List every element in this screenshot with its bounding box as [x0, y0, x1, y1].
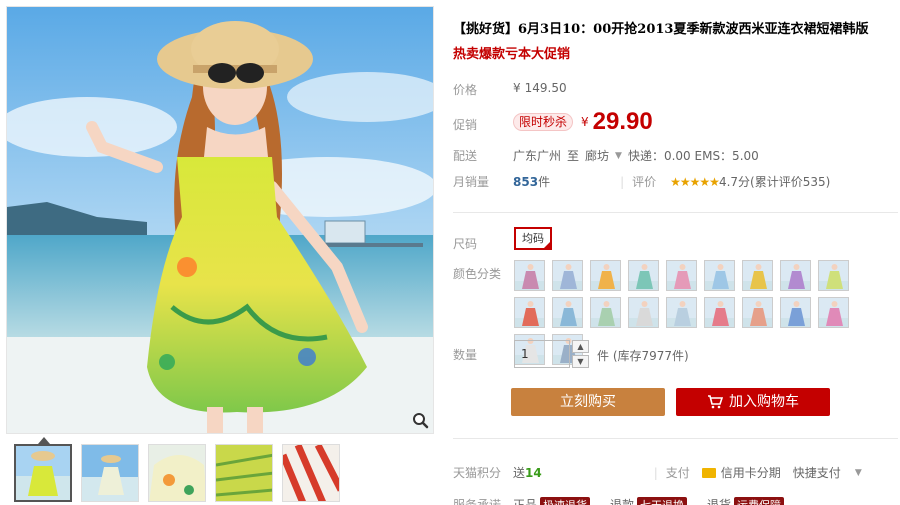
- points-value: 14: [525, 465, 542, 480]
- size-option-label: 均码: [522, 232, 544, 245]
- divider: [453, 212, 898, 213]
- color-swatch[interactable]: [742, 297, 773, 328]
- color-swatch[interactable]: [514, 260, 545, 291]
- points-label: 天猫积分: [453, 466, 502, 480]
- main-product-image[interactable]: [6, 6, 434, 434]
- color-swatch[interactable]: [704, 260, 735, 291]
- service-tag: 极速退货: [540, 496, 591, 505]
- service-row: 正品 极速退货 退款 七天退换 退货 运费保障: [513, 496, 785, 505]
- color-swatch[interactable]: [818, 260, 849, 291]
- divider: |: [620, 174, 625, 189]
- service-tag: 运费保障: [734, 496, 785, 505]
- thumbnail-5[interactable]: [282, 444, 340, 502]
- original-price-value: 149.50: [524, 81, 567, 95]
- service-item: 退货: [707, 498, 732, 505]
- color-swatch[interactable]: [704, 297, 735, 328]
- shipping-label: 配送: [453, 149, 478, 163]
- ship-to-word: 至: [567, 149, 580, 163]
- thumbnail-3[interactable]: [148, 444, 206, 502]
- size-option-one-size[interactable]: 均码: [514, 227, 552, 250]
- ship-from: 广东广州: [513, 149, 562, 163]
- add-to-cart-label: 加入购物车: [729, 394, 799, 410]
- currency-symbol: ¥: [513, 81, 521, 95]
- original-price: ¥ 149.50: [513, 81, 567, 95]
- shipping-row: 广东广州 至 廊坊 ▼ 快递：0.00 EMS：5.00: [513, 147, 759, 164]
- thumb-pointer: [38, 437, 50, 444]
- buy-now-button[interactable]: 立刻购买: [511, 388, 665, 416]
- color-swatch[interactable]: [590, 297, 621, 328]
- star-rating-icon: ★★★★★: [670, 174, 720, 189]
- price-label: 价格: [453, 83, 478, 97]
- thumbnail-2[interactable]: [81, 444, 139, 502]
- quantity-decrease-button[interactable]: ▼: [572, 355, 589, 368]
- service-item: 正品: [513, 498, 538, 505]
- product-photo: [7, 7, 433, 433]
- payment-label: 支付: [665, 466, 690, 480]
- points-text: 送: [513, 466, 526, 480]
- color-swatch[interactable]: [780, 297, 811, 328]
- rating-link[interactable]: 4.7分(累计评价535): [719, 173, 830, 190]
- quantity-label: 数量: [453, 348, 478, 362]
- product-title: 【挑好货】6月3日10：00开抢2013夏季新款波西米亚连衣裙短裙韩版: [453, 22, 869, 37]
- credit-installment[interactable]: 信用卡分期: [721, 464, 781, 481]
- quantity-input[interactable]: 1: [514, 340, 570, 368]
- product-subtitle: 热卖爆款亏本大促销: [453, 47, 571, 62]
- color-swatch[interactable]: [628, 260, 659, 291]
- color-swatch[interactable]: [666, 297, 697, 328]
- thumbnail-4[interactable]: [215, 444, 273, 502]
- color-swatch[interactable]: [818, 297, 849, 328]
- cart-icon: [708, 395, 723, 409]
- thumbnail-1[interactable]: [14, 444, 72, 502]
- promo-label: 促销: [453, 118, 478, 132]
- credit-card-icon: [701, 467, 716, 478]
- service-label: 服务承诺: [453, 498, 502, 505]
- color-swatch[interactable]: [514, 297, 545, 328]
- add-to-cart-button[interactable]: 加入购物车: [676, 388, 830, 416]
- flash-sale-badge: 限时秒杀: [513, 113, 574, 131]
- divider: |: [653, 465, 658, 480]
- service-tag: 七天退换: [637, 496, 688, 505]
- color-swatch[interactable]: [780, 260, 811, 291]
- rating-label: 评价: [632, 175, 657, 189]
- quick-pay[interactable]: 快捷支付: [793, 464, 841, 481]
- chevron-down-icon[interactable]: ▼: [615, 151, 622, 161]
- shipping-fee: 快递：0.00 EMS：5.00: [627, 149, 759, 163]
- ship-destination-select[interactable]: 廊坊: [585, 147, 609, 164]
- color-swatch[interactable]: [628, 297, 659, 328]
- color-label: 颜色分类: [453, 267, 502, 281]
- sales-row: 853 件 | 评价 ★★★★★ 4.7分(累计评价535): [513, 173, 830, 190]
- quantity-increase-button[interactable]: ▲: [572, 340, 589, 353]
- selected-check-icon: [542, 240, 552, 250]
- sales-label: 月销量: [453, 175, 490, 189]
- color-swatch[interactable]: [742, 260, 773, 291]
- currency-symbol: ¥: [581, 115, 589, 129]
- promo-price-row: 限时秒杀 ¥ 29.90: [513, 108, 653, 136]
- thumbnail-strip: [14, 444, 340, 502]
- color-swatch[interactable]: [552, 297, 583, 328]
- chevron-down-icon[interactable]: ▼: [855, 468, 862, 478]
- size-label: 尺码: [453, 237, 478, 251]
- color-swatch[interactable]: [666, 260, 697, 291]
- divider: [453, 438, 898, 439]
- sales-count: 853: [513, 174, 539, 189]
- points-row: 送 14 | 支付 信用卡分期 快捷支付 ▼: [513, 464, 862, 481]
- sales-unit: 件: [538, 175, 551, 189]
- stock-info: 件 (库存7977件): [597, 349, 689, 363]
- promo-price: 29.90: [592, 108, 653, 135]
- service-item: 退款: [610, 498, 635, 505]
- zoom-icon[interactable]: [411, 411, 429, 429]
- color-swatch[interactable]: [590, 260, 621, 291]
- color-swatch[interactable]: [552, 260, 583, 291]
